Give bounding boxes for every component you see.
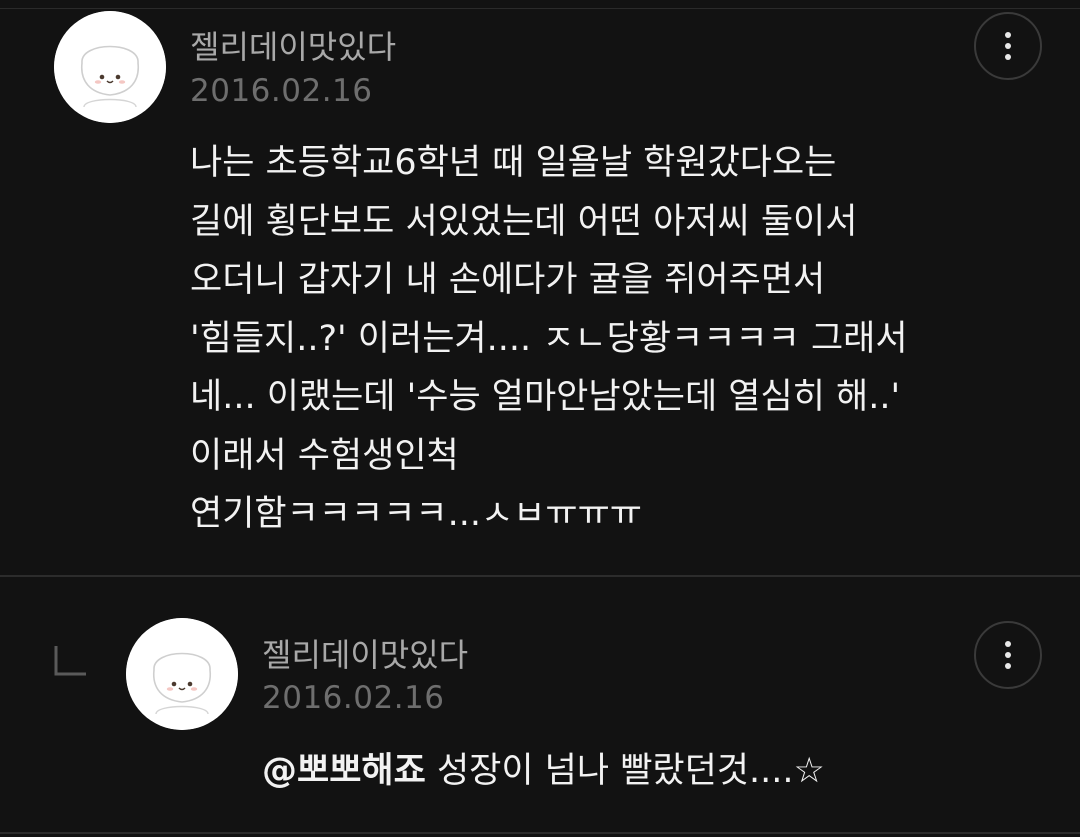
reply-corner-icon [54, 646, 86, 676]
more-vertical-icon [1005, 32, 1011, 60]
comment-line: '힘들지..?' 이러는겨.... ㅈㄴ당황ㅋㅋㅋㅋ 그래서 [190, 318, 908, 359]
mention-link[interactable]: @뽀뽀해죠 [262, 751, 426, 791]
reply-text: 성장이 넘나 빨랐던것....☆ [425, 751, 825, 791]
comment-line: 길에 횡단보도 서있었는데 어떤 아저씨 둘이서 [190, 201, 858, 242]
comment-date: 2016.02.16 [190, 73, 373, 109]
reply-author[interactable]: 젤리데이맛있다 [262, 630, 468, 676]
comment-divider [0, 575, 1080, 577]
reply-more-options-button[interactable] [974, 621, 1042, 689]
comment-line: 나는 초등학교6학년 때 일욜날 학원갔다오는 [190, 143, 837, 183]
more-options-button[interactable] [974, 12, 1042, 80]
bottom-divider [0, 832, 1080, 834]
cute-bear-avatar-icon [126, 618, 238, 730]
comment-body: 나는 초등학교6학년 때 일욜날 학원갔다오는길에 횡단보도 서있었는데 어떤 … [190, 134, 990, 544]
reply-body: @뽀뽀해죠 성장이 넘나 빨랐던것....☆ [262, 742, 825, 793]
comment-thread: 젤리데이맛있다 2016.02.16 나는 초등학교6학년 때 일욜날 학원갔다… [0, 0, 1080, 837]
comment-author[interactable]: 젤리데이맛있다 [190, 22, 396, 68]
cute-bear-avatar-icon [54, 11, 166, 123]
reply-avatar[interactable] [126, 618, 238, 730]
comment-line: 연기함ㅋㅋㅋㅋㅋ...ㅅㅂㅠㅠㅠ [190, 494, 642, 534]
comment-line: 오더니 갑자기 내 손에다가 귤을 쥐어주면서 [190, 260, 826, 300]
comment-line: 네... 이랬는데 '수능 얼마안남았는데 열심히 해..' [190, 377, 901, 417]
comment-line: 이래서 수험생인척 [190, 435, 459, 476]
avatar[interactable] [54, 11, 166, 123]
top-divider [0, 8, 1080, 9]
more-vertical-icon [1005, 641, 1011, 669]
reply-date: 2016.02.16 [262, 680, 445, 716]
